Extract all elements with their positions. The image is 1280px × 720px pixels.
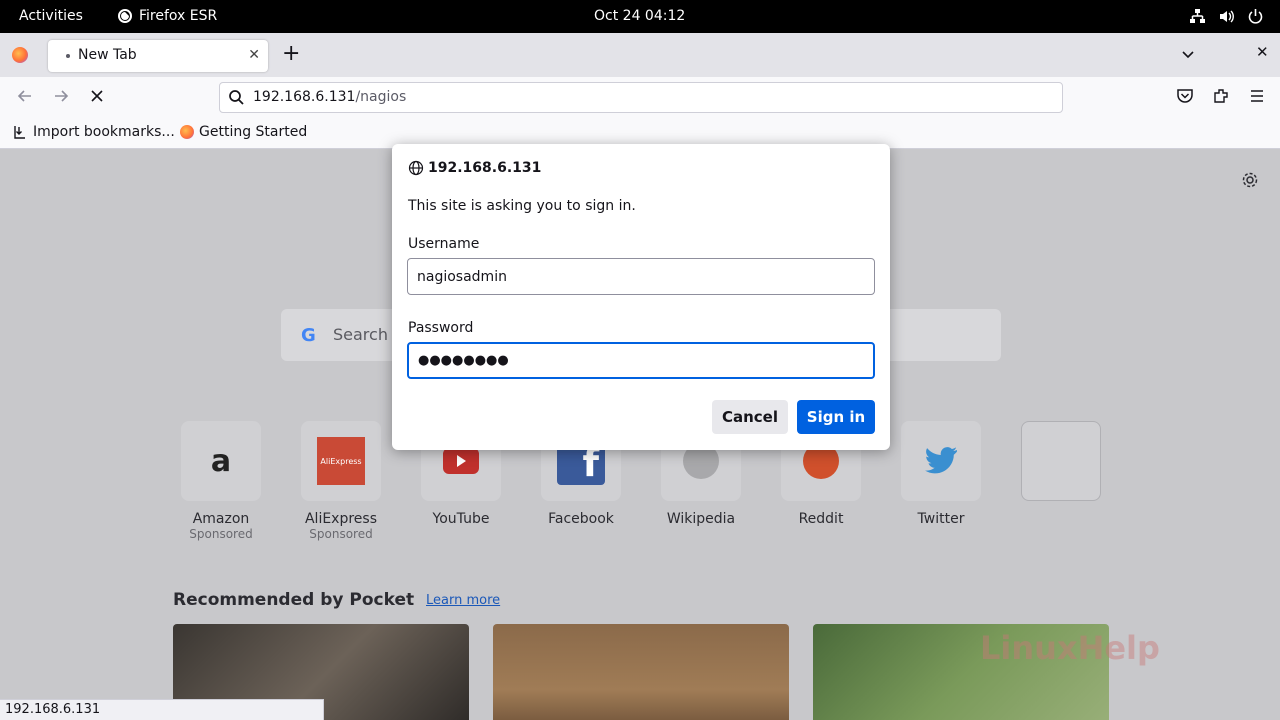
shortcut-tile-amazon[interactable]: a Amazon Sponsored <box>181 421 261 541</box>
clock[interactable]: Oct 24 04:12 <box>594 8 685 24</box>
hamburger-menu-icon[interactable] <box>1248 87 1266 109</box>
getting-started-item[interactable]: Getting Started <box>180 124 307 140</box>
new-tab-button[interactable]: + <box>282 43 300 65</box>
import-icon <box>14 126 25 139</box>
sponsored-label: Sponsored <box>309 527 373 541</box>
search-icon <box>228 89 245 110</box>
status-url-tooltip: 192.168.6.131 <box>0 699 324 720</box>
username-field[interactable] <box>407 258 875 295</box>
linuxhelp-watermark: LinuxHelp <box>980 629 1160 667</box>
firefox-bookmark-icon <box>180 125 194 139</box>
firefox-view-icon[interactable] <box>12 47 28 63</box>
firefox-icon <box>118 9 132 23</box>
globe-icon <box>408 160 424 176</box>
tile-label: Facebook <box>548 511 614 527</box>
app-name: Firefox ESR <box>139 8 218 24</box>
close-tab-icon[interactable]: ✕ <box>248 47 260 63</box>
gear-icon[interactable] <box>1241 171 1259 193</box>
sponsored-label: Sponsored <box>189 527 253 541</box>
twitter-icon <box>901 421 981 501</box>
back-icon[interactable] <box>16 87 34 109</box>
network-icon <box>1189 8 1206 25</box>
app-menu[interactable]: Firefox ESR <box>118 8 217 24</box>
url-path: /nagios <box>355 89 407 105</box>
system-status-area[interactable] <box>1189 8 1264 25</box>
address-bar[interactable]: 192.168.6.131/nagios <box>219 82 1063 113</box>
tile-label: Amazon <box>192 511 250 527</box>
aliexpress-logo-text: AliExpress <box>317 437 365 485</box>
url-host: 192.168.6.131 <box>253 89 356 105</box>
bookmark-label: Getting Started <box>199 124 308 140</box>
list-all-tabs-icon[interactable] <box>1180 46 1196 66</box>
tile-label: Wikipedia <box>666 511 736 527</box>
url-text[interactable]: 192.168.6.131/nagios <box>253 89 406 105</box>
shortcut-tile-empty[interactable] <box>1021 421 1101 501</box>
password-field[interactable] <box>407 342 875 379</box>
tab-strip: New Tab ✕ + ✕ <box>0 33 1280 77</box>
pocket-section-title: Recommended by Pocket <box>173 590 415 610</box>
username-label: Username <box>408 236 480 252</box>
shortcut-tile-twitter[interactable]: Twitter <box>901 421 981 527</box>
import-bookmarks-item[interactable]: Import bookmarks... <box>12 124 175 140</box>
sign-in-button[interactable]: Sign in <box>797 400 875 434</box>
cancel-button[interactable]: Cancel <box>712 400 788 434</box>
pocket-icon[interactable] <box>1176 87 1194 109</box>
tile-label: Twitter <box>917 511 965 527</box>
activities-button[interactable]: Activities <box>19 8 83 24</box>
password-label: Password <box>408 320 474 336</box>
empty-tile <box>1021 421 1101 501</box>
stop-icon[interactable] <box>88 87 106 109</box>
loading-dot-icon <box>66 54 70 58</box>
pocket-card[interactable] <box>493 624 789 720</box>
navigation-toolbar: 192.168.6.131/nagios <box>0 77 1280 118</box>
gnome-top-bar: Activities Firefox ESR Oct 24 04:12 <box>0 0 1280 33</box>
extensions-icon[interactable] <box>1212 87 1230 109</box>
forward-icon[interactable] <box>52 87 70 109</box>
tab-new-tab[interactable]: New Tab ✕ <box>48 40 268 72</box>
tab-title: New Tab <box>78 47 137 63</box>
shortcut-tile-aliexpress[interactable]: AliExpress AliExpress Sponsored <box>301 421 381 541</box>
google-icon: G <box>301 325 316 346</box>
tile-label: AliExpress <box>304 511 378 527</box>
bookmark-label: Import bookmarks... <box>33 124 175 140</box>
window-close-icon[interactable]: ✕ <box>1256 43 1269 61</box>
aliexpress-icon: AliExpress <box>301 421 381 501</box>
dialog-message: This site is asking you to sign in. <box>408 198 636 214</box>
tile-label: YouTube <box>432 511 490 527</box>
pocket-learn-more-link[interactable]: Learn more <box>426 593 500 608</box>
dialog-host: 192.168.6.131 <box>408 160 541 176</box>
dialog-host-text: 192.168.6.131 <box>428 160 542 176</box>
power-icon <box>1247 8 1264 25</box>
tile-label: Reddit <box>798 511 844 527</box>
volume-icon <box>1218 8 1235 25</box>
amazon-icon: a <box>181 421 261 501</box>
auth-dialog: 192.168.6.131 This site is asking you to… <box>392 144 890 450</box>
